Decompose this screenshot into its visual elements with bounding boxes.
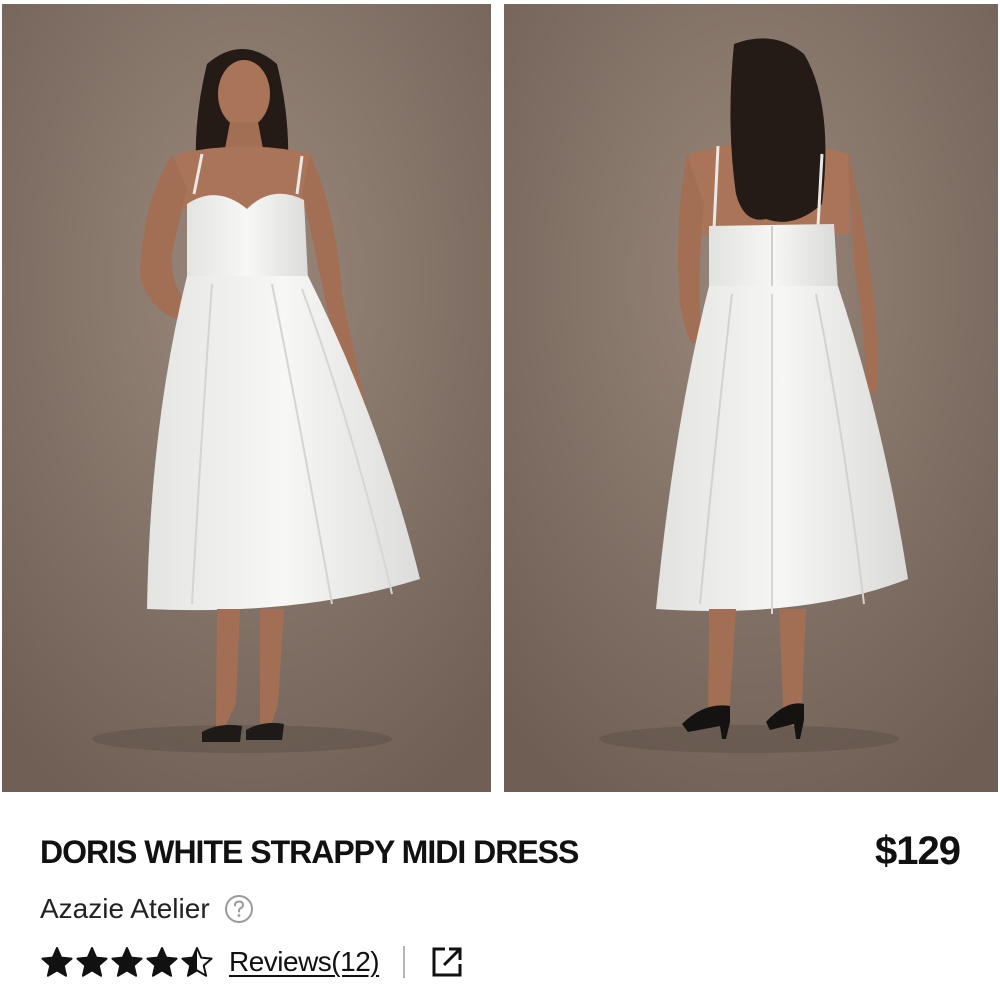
brand-row: Azazie Atelier — [40, 890, 254, 928]
star-icon — [181, 947, 213, 977]
star-icon — [76, 947, 108, 977]
product-gallery — [0, 0, 1000, 792]
star-icon — [146, 947, 178, 977]
product-price: $129 — [875, 829, 961, 873]
rating-row: Reviews(12) — [40, 942, 465, 982]
question-circle-icon[interactable] — [224, 894, 254, 924]
brand-name: Azazie Atelier — [40, 893, 210, 924]
star-icon — [111, 947, 143, 977]
divider — [403, 946, 406, 978]
product-image-front[interactable] — [2, 4, 491, 792]
star-icon — [41, 947, 73, 977]
product-image-back[interactable] — [504, 4, 998, 792]
product-title: DORIS WHITE STRAPPY MIDI DRESS — [40, 834, 579, 870]
external-link-icon[interactable] — [429, 944, 465, 980]
reviews-link[interactable]: Reviews(12) — [229, 946, 380, 978]
star-rating — [40, 946, 215, 978]
product-page: DORIS WHITE STRAPPY MIDI DRESS $129 Azaz… — [0, 0, 1000, 1000]
